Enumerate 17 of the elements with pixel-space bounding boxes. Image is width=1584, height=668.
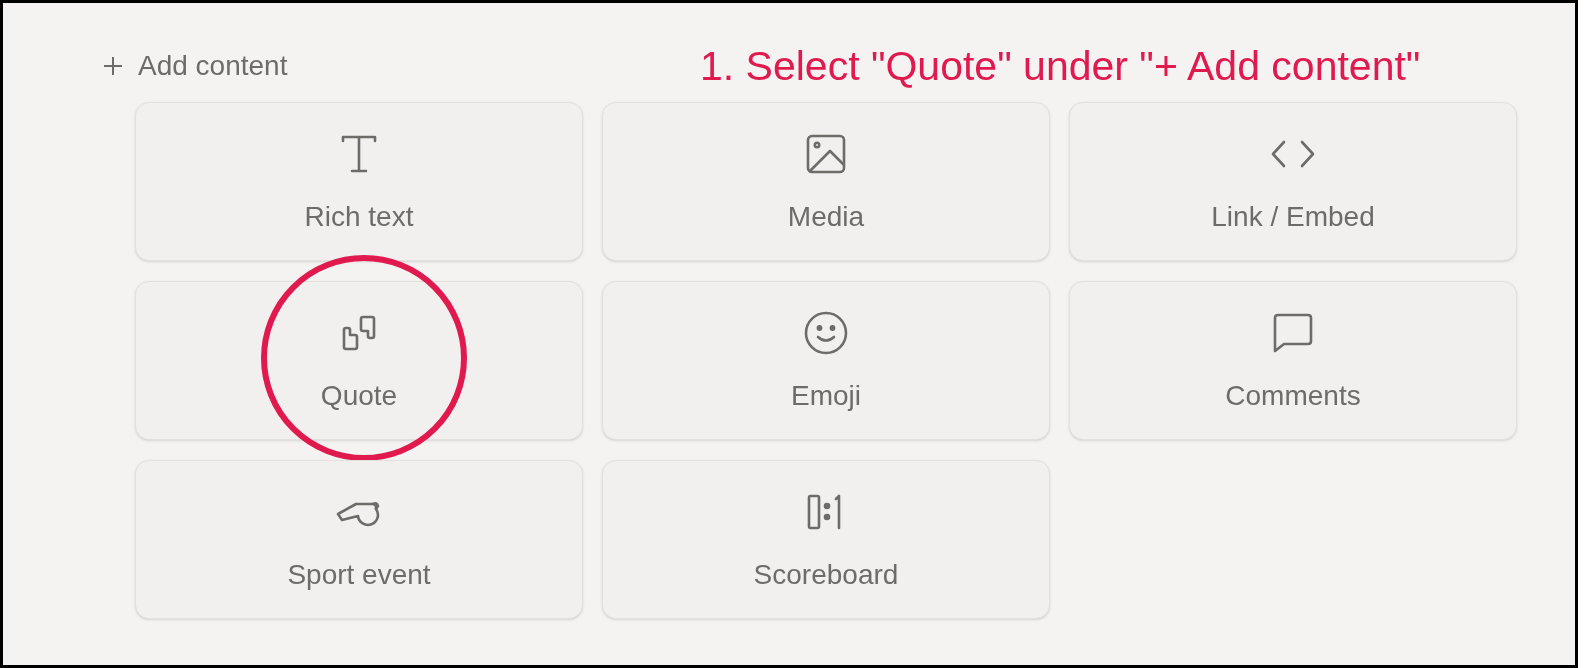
content-type-button[interactable]: Emoji: [602, 281, 1050, 440]
content-type-button[interactable]: Quote: [135, 281, 583, 440]
serif-t-icon: [340, 135, 378, 173]
instruction-annotation: 1. Select "Quote" under "+ Add content": [700, 42, 1421, 90]
plus-icon: [104, 57, 122, 75]
content-type-button[interactable]: Sport event: [135, 460, 583, 619]
content-type-button[interactable]: Link / Embed: [1069, 102, 1517, 261]
add-content-button[interactable]: Add content: [104, 49, 700, 83]
code-icon: [1271, 140, 1315, 168]
content-type-button[interactable]: Rich text: [135, 102, 583, 261]
speech-bubble-icon: [1273, 313, 1313, 353]
content-type-button[interactable]: Scoreboard: [602, 460, 1050, 619]
image-icon: [806, 134, 846, 174]
smiley-icon: [804, 311, 848, 355]
quote-icon: [341, 315, 377, 351]
content-type-button[interactable]: Media: [602, 102, 1050, 261]
content-type-button[interactable]: Comments: [1069, 281, 1517, 440]
